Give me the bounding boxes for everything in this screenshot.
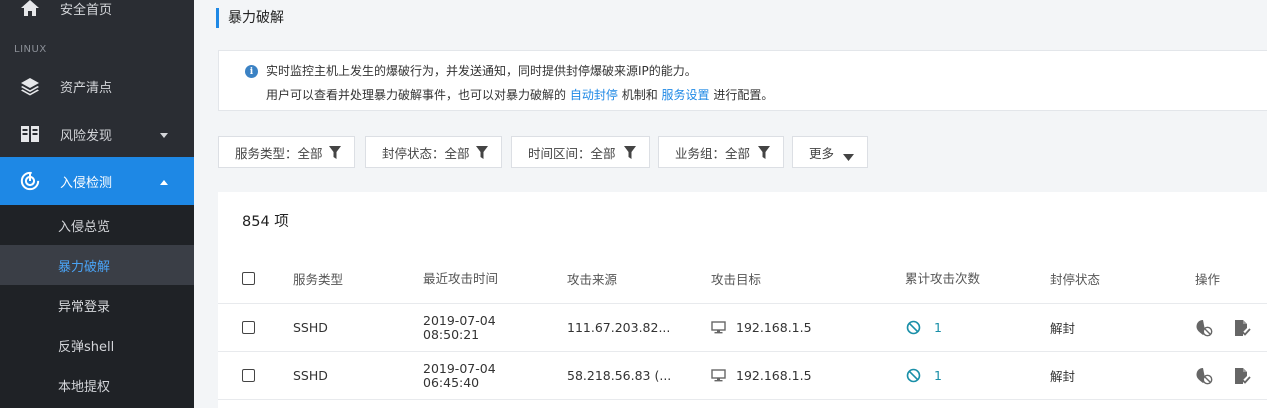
cell-block-status: 解封 xyxy=(1050,321,1076,336)
subnav-reverse-shell[interactable]: 反弹shell xyxy=(0,325,194,365)
block-ip-icon[interactable] xyxy=(1195,367,1213,385)
filter-icon xyxy=(329,146,341,162)
nav-home-label: 安全首页 xyxy=(60,2,113,18)
monitor-icon xyxy=(711,321,726,334)
filter-icon xyxy=(624,146,636,162)
page-title: 暴力破解 xyxy=(216,8,284,28)
cell-time: 08:50:21 xyxy=(423,326,480,342)
select-all-checkbox[interactable] xyxy=(242,272,255,285)
result-count: 854 项 xyxy=(242,214,289,230)
header-attack-source[interactable]: 攻击来源 xyxy=(567,254,617,303)
service-settings-link[interactable]: 服务设置 xyxy=(662,88,710,102)
cell-attack-target[interactable]: 192.168.1.5 xyxy=(711,304,812,351)
nav-assets[interactable]: 资产清点 xyxy=(0,66,194,106)
radar-icon xyxy=(20,171,40,191)
info-text-line2: 用户可以查看并处理暴力破解事件，也可以对暴力破解的 自动封停 机制和 服务设置 … xyxy=(266,86,773,103)
info-text-mid: 机制和 xyxy=(621,88,658,102)
cell-actions xyxy=(1195,352,1251,399)
filter-block-status[interactable]: 封停状态：全部 xyxy=(365,136,502,168)
row-checkbox[interactable] xyxy=(242,369,255,382)
cell-service-type: SSHD xyxy=(293,320,328,335)
grid-icon xyxy=(20,124,40,144)
layers-icon xyxy=(20,76,40,96)
caret-down-icon xyxy=(843,149,854,164)
cell-service-type: SSHD xyxy=(293,368,328,383)
cell-total-attacks[interactable]: 1 xyxy=(906,352,942,399)
cell-last-attack-time: 2019-07-04 08:50:21 xyxy=(423,304,496,351)
cell-actions xyxy=(1195,304,1251,351)
filter-business-group-label: 业务组：全部 xyxy=(675,145,751,161)
header-block-status[interactable]: 封停状态 xyxy=(1050,254,1100,303)
nav-section-linux: LINUX xyxy=(14,44,47,55)
cell-date: 2019-07-04 xyxy=(423,360,496,376)
subnav-overview[interactable]: 入侵总览 xyxy=(0,205,194,245)
row-checkbox-cell xyxy=(242,304,255,351)
mark-handled-icon[interactable] xyxy=(1233,319,1251,337)
nav-risk[interactable]: 风险发现 xyxy=(0,114,194,154)
main-content: 暴力破解 i 实时监控主机上发生的爆破行为，并发送通知，同时提供封停爆破来源IP… xyxy=(194,0,1267,408)
info-box: i 实时监控主机上发生的爆破行为，并发送通知，同时提供封停爆破来源IP的能力。 … xyxy=(218,50,1267,111)
table-row[interactable]: SSHD 2019-07-04 08:50:21 111.67.203.82..… xyxy=(218,304,1267,352)
results-card: 854 项 服务类型 最近攻击时间 攻击来源 攻击目标 累计攻击次数 封停状态 … xyxy=(218,192,1267,408)
cell-date: 2019-07-04 xyxy=(423,312,496,328)
sidebar: 安全首页 LINUX 资产清点 风险发现 入侵检测 入侵总览 暴力破解 异常登录… xyxy=(0,0,194,408)
filter-more-label: 更多 xyxy=(809,145,835,161)
header-total-attacks[interactable]: 累计攻击次数 xyxy=(905,254,980,303)
monitor-icon xyxy=(711,369,726,382)
attack-count: 1 xyxy=(934,368,942,383)
header-actions: 操作 xyxy=(1195,272,1221,287)
nav-home[interactable]: 安全首页 xyxy=(0,0,194,24)
subnav-brute-force[interactable]: 暴力破解 xyxy=(0,245,194,285)
home-icon xyxy=(20,0,40,18)
filter-icon xyxy=(758,146,770,162)
nav-risk-label: 风险发现 xyxy=(60,128,113,144)
filter-time-range-label: 时间区间：全部 xyxy=(528,145,616,161)
intrusion-submenu: 入侵总览 暴力破解 异常登录 反弹shell 本地提权 xyxy=(0,205,194,408)
filter-time-range[interactable]: 时间区间：全部 xyxy=(511,136,650,168)
cell-attack-source[interactable]: 111.67.203.82... xyxy=(567,304,670,351)
target-ip: 192.168.1.5 xyxy=(736,368,812,383)
cell-total-attacks[interactable]: 1 xyxy=(906,304,942,351)
cell-attack-source[interactable]: 58.218.56.83 (... xyxy=(567,352,671,399)
row-checkbox-cell xyxy=(242,352,255,399)
info-text-suffix: 进行配置。 xyxy=(713,88,774,102)
info-icon: i xyxy=(245,65,258,78)
nav-assets-label: 资产清点 xyxy=(60,80,113,96)
attack-count: 1 xyxy=(934,320,942,335)
info-text-line1: 实时监控主机上发生的爆破行为，并发送通知，同时提供封停爆破来源IP的能力。 xyxy=(266,64,697,78)
table-row[interactable]: SSHD 2019-07-04 06:45:40 58.218.56.83 (.… xyxy=(218,352,1267,400)
subnav-abnormal-login[interactable]: 异常登录 xyxy=(0,285,194,325)
subnav-privilege-escalation[interactable]: 本地提权 xyxy=(0,365,194,405)
header-attack-target[interactable]: 攻击目标 xyxy=(711,254,761,303)
filter-more[interactable]: 更多 xyxy=(792,136,868,168)
target-ip: 192.168.1.5 xyxy=(736,320,812,335)
nav-intrusion-label: 入侵检测 xyxy=(60,175,113,191)
blocked-icon xyxy=(906,320,921,335)
cell-block-status: 解封 xyxy=(1050,369,1076,384)
caret-down-icon xyxy=(160,127,168,142)
filter-business-group[interactable]: 业务组：全部 xyxy=(658,136,784,168)
header-last-attack-time[interactable]: 最近攻击时间 xyxy=(423,254,498,303)
header-service-type[interactable]: 服务类型 xyxy=(293,254,343,303)
caret-up-icon xyxy=(160,174,168,189)
select-all-checkbox-cell xyxy=(242,254,255,303)
cell-last-attack-time: 2019-07-04 06:45:40 xyxy=(423,352,496,399)
filter-service-type[interactable]: 服务类型：全部 xyxy=(218,136,355,168)
row-checkbox[interactable] xyxy=(242,321,255,334)
filter-block-status-label: 封停状态：全部 xyxy=(382,145,470,161)
auto-block-link[interactable]: 自动封停 xyxy=(570,88,618,102)
mark-handled-icon[interactable] xyxy=(1233,367,1251,385)
block-ip-icon[interactable] xyxy=(1195,319,1213,337)
info-text-prefix: 用户可以查看并处理暴力破解事件，也可以对暴力破解的 xyxy=(266,88,567,102)
filter-service-type-label: 服务类型：全部 xyxy=(235,145,323,161)
cell-attack-target[interactable]: 192.168.1.5 xyxy=(711,352,812,399)
blocked-icon xyxy=(906,368,921,383)
nav-intrusion[interactable]: 入侵检测 xyxy=(0,157,194,205)
filter-icon xyxy=(476,146,488,162)
table-header: 服务类型 最近攻击时间 攻击来源 攻击目标 累计攻击次数 封停状态 操作 xyxy=(218,254,1267,304)
cell-time: 06:45:40 xyxy=(423,374,480,390)
